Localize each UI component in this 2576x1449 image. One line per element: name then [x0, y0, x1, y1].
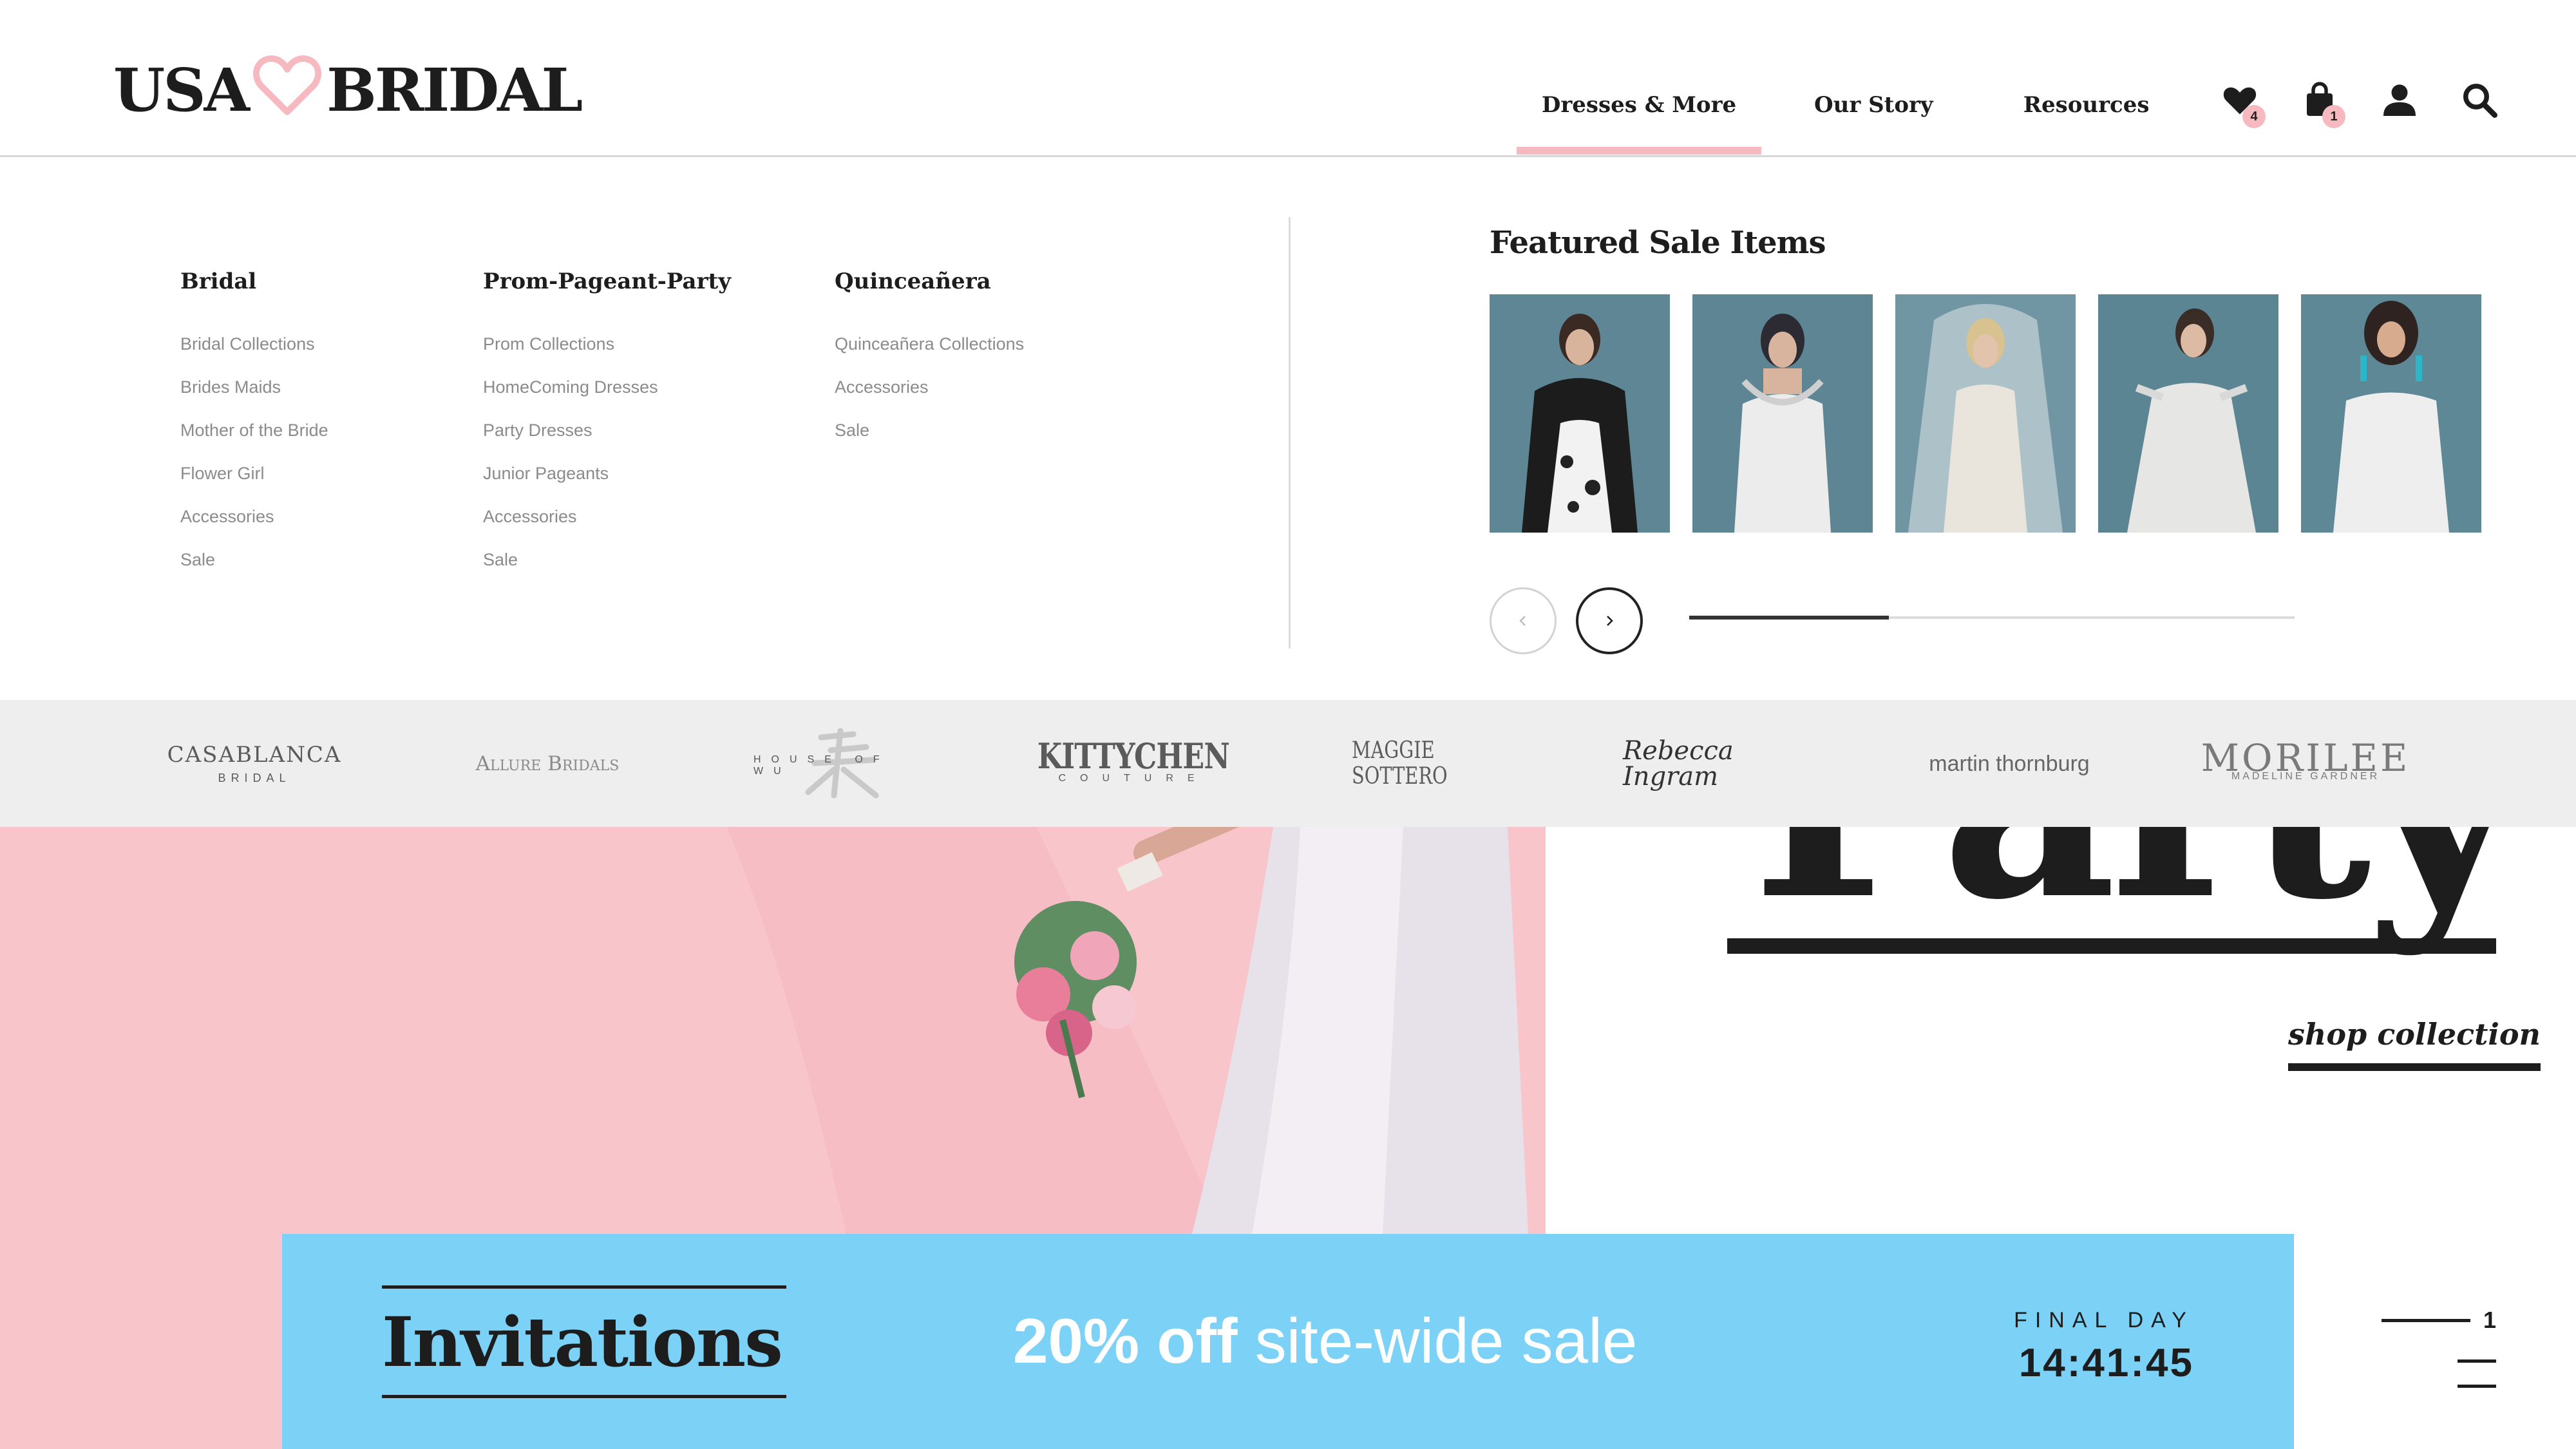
search-button[interactable]	[2460, 80, 2501, 122]
brand-logo-casablanca[interactable]: CASABLANCA BRIDAL	[167, 700, 341, 827]
menu-column-bridal: Bridal Bridal Collections Brides Maids M…	[180, 269, 328, 582]
brand-logo-kittychen[interactable]: KITTYCHEN COUTURE	[1037, 700, 1230, 827]
countdown-timer: 14:41:45	[2018, 1341, 2194, 1385]
slide-pager: 1	[2376, 1307, 2496, 1388]
menu-link[interactable]: Flower Girl	[180, 452, 328, 495]
brand-logo-house-of-wu[interactable]: HOUSE OF WU	[753, 700, 927, 827]
carousel-controls	[1490, 587, 1662, 654]
invitations-bottom-rule	[382, 1395, 786, 1398]
slide-indicator[interactable]	[2458, 1385, 2496, 1388]
chevron-left-icon	[1519, 616, 1526, 626]
account-button[interactable]	[2380, 80, 2421, 122]
menu-link[interactable]: Party Dresses	[483, 409, 731, 452]
featured-item[interactable]	[1895, 294, 2076, 533]
dress-image	[2301, 294, 2481, 533]
slide-indicator-active[interactable]: 1	[2376, 1307, 2496, 1334]
logo-text-left: USA	[113, 55, 250, 125]
invitations-title: Invitations	[382, 1302, 783, 1382]
featured-item[interactable]	[2301, 294, 2481, 533]
final-day-label: FINAL DAY	[2014, 1308, 2194, 1332]
menu-link[interactable]: Sale	[180, 538, 328, 582]
hero-headline: Party	[1752, 827, 2522, 936]
logo[interactable]: USA BRIDAL	[113, 52, 583, 129]
mega-menu: Bridal Bridal Collections Brides Maids M…	[0, 159, 2576, 700]
carousel-next-button[interactable]	[1576, 587, 1643, 654]
brand-logo-martin-thornburg[interactable]: martin thornburg	[1916, 700, 2103, 827]
sale-text-light: site-wide sale	[1237, 1305, 1638, 1376]
menu-heading-bridal[interactable]: Bridal	[180, 269, 328, 294]
promo-banner[interactable]: Invitations 20% off site-wide sale FINAL…	[282, 1234, 2294, 1449]
menu-link[interactable]: Brides Maids	[180, 366, 328, 409]
menu-heading-prom[interactable]: Prom-Pageant-Party	[483, 269, 731, 294]
cart-button[interactable]: 1	[2300, 80, 2345, 128]
hero-section: Party shop collection Invitations 20% of…	[0, 827, 2576, 1449]
dress-image	[1895, 294, 2076, 533]
brand-strip: CASABLANCA BRIDAL Allure Bridals HOUSE O…	[0, 700, 2576, 827]
search-icon	[2463, 84, 2497, 118]
nav-dresses-more[interactable]: Dresses & More	[1517, 84, 1761, 155]
invitations-block: Invitations	[382, 1285, 786, 1398]
menu-column-quinceanera: Quinceañera Quinceañera Collections Acce…	[835, 269, 1024, 452]
shop-collection-link[interactable]: shop collection	[2288, 1017, 2541, 1071]
brand-logo-allure[interactable]: Allure Bridals	[467, 700, 628, 827]
menu-link[interactable]: Prom Collections	[483, 323, 731, 366]
pager-line-active	[2381, 1318, 2470, 1322]
sale-text-bold: 20% off	[1013, 1305, 1238, 1376]
slide-indicator[interactable]	[2458, 1359, 2496, 1363]
cart-count-badge: 1	[2322, 105, 2345, 128]
sale-text: 20% off site-wide sale	[1013, 1305, 1637, 1378]
featured-item[interactable]	[2098, 294, 2278, 533]
menu-heading-quinceanera[interactable]: Quinceañera	[835, 269, 1024, 294]
menu-link[interactable]: Quinceañera Collections	[835, 323, 1024, 366]
carousel-progress-fill	[1689, 616, 1889, 620]
menu-link[interactable]: Bridal Collections	[180, 323, 328, 366]
menu-link[interactable]: Accessories	[180, 495, 328, 538]
user-icon	[2383, 84, 2416, 116]
menu-link[interactable]: Accessories	[483, 495, 731, 538]
nav-our-story[interactable]: Our Story	[1814, 84, 1933, 155]
brand-logo-maggie-sottero[interactable]: MAGGIE SOTTERO	[1333, 700, 1520, 827]
carousel-progress-bar	[1689, 616, 2295, 620]
logo-text-right: BRIDAL	[327, 55, 583, 125]
menu-link[interactable]: Accessories	[835, 366, 1024, 409]
hero-headline-rule	[1727, 938, 2496, 954]
chevron-right-icon	[1607, 616, 1613, 626]
main-nav: Dresses & More Our Story Resources	[1517, 84, 2150, 155]
menu-link[interactable]: Sale	[835, 409, 1024, 452]
menu-link[interactable]: Junior Pageants	[483, 452, 731, 495]
brand-logo-rebecca-ingram[interactable]: Rebecca Ingram	[1623, 700, 1816, 827]
wishlist-button[interactable]: 4	[2221, 80, 2266, 128]
dress-image	[1692, 294, 1873, 533]
featured-item[interactable]	[1692, 294, 1873, 533]
carousel-prev-button[interactable]	[1490, 587, 1557, 654]
featured-title: Featured Sale Items	[1490, 225, 1826, 261]
menu-link[interactable]: HomeComing Dresses	[483, 366, 731, 409]
nav-resources[interactable]: Resources	[2023, 84, 2150, 155]
header-icons: 4 1	[2221, 80, 2501, 128]
dress-image	[2098, 294, 2278, 533]
featured-carousel	[1490, 294, 2481, 533]
logo-heart-icon	[253, 55, 321, 115]
brand-logo-morilee[interactable]: MORILEE MADELINE GARDNER	[2201, 700, 2409, 827]
menu-column-prom: Prom-Pageant-Party Prom Collections Home…	[483, 269, 731, 582]
wishlist-count-badge: 4	[2242, 105, 2266, 128]
menu-divider	[1289, 217, 1291, 649]
menu-link[interactable]: Mother of the Bride	[180, 409, 328, 452]
dress-image	[1490, 294, 1670, 533]
slide-number: 1	[2483, 1307, 2496, 1333]
featured-item[interactable]	[1490, 294, 1670, 533]
site-header: USA BRIDAL Dresses & More Our Story Reso…	[0, 0, 2576, 157]
menu-link[interactable]: Sale	[483, 538, 731, 582]
